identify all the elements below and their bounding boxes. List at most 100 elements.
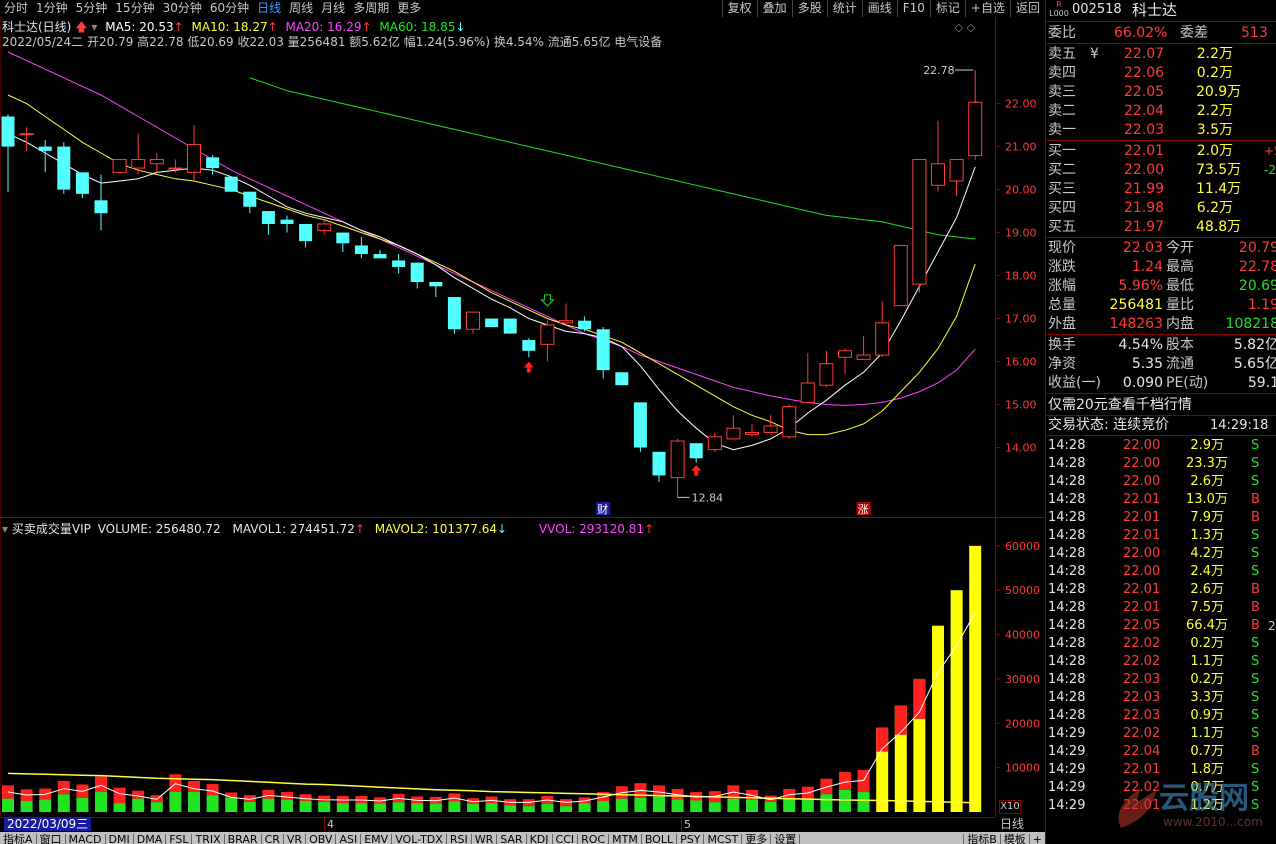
candle[interactable]: [224, 176, 238, 192]
candle[interactable]: [875, 301, 890, 358]
indicator-tab[interactable]: 更多: [742, 834, 772, 844]
volume-bar[interactable]: [169, 774, 182, 812]
volume-bar[interactable]: [429, 796, 442, 812]
volume-bar[interactable]: [39, 788, 52, 812]
action-button[interactable]: +自选: [964, 0, 1010, 17]
period-tab[interactable]: 周线: [285, 0, 317, 17]
indicator-tab[interactable]: 窗口: [37, 834, 66, 844]
action-button[interactable]: 叠加: [756, 0, 792, 17]
volume-bar[interactable]: [132, 790, 145, 812]
period-tab[interactable]: 更多: [393, 0, 425, 17]
action-button[interactable]: 统计: [826, 0, 862, 17]
indicator-tab[interactable]: WR: [472, 834, 498, 844]
volume-bar[interactable]: [932, 625, 944, 812]
period-tab[interactable]: 30分钟: [159, 0, 206, 17]
candle[interactable]: [429, 282, 443, 298]
volume-bar[interactable]: [57, 780, 70, 812]
volume-bar[interactable]: [467, 798, 479, 812]
action-button[interactable]: 返回: [1009, 0, 1045, 17]
volume-bar[interactable]: [504, 799, 517, 812]
indicator-tab[interactable]: MCST: [704, 834, 743, 844]
volume-bar[interactable]: [206, 784, 219, 812]
candle[interactable]: [317, 219, 332, 235]
indicator-tab[interactable]: 设置: [771, 834, 801, 844]
candle[interactable]: [57, 142, 71, 194]
candle[interactable]: [392, 254, 406, 274]
period-tab[interactable]: 15分钟: [111, 0, 158, 17]
volume-bar[interactable]: [485, 796, 498, 812]
promo-link[interactable]: 仅需20元查看千档行情: [1046, 396, 1276, 415]
candle[interactable]: [745, 423, 759, 437]
candle[interactable]: [633, 402, 647, 452]
candle[interactable]: [410, 262, 424, 289]
volume-bar[interactable]: [969, 545, 982, 812]
candle[interactable]: [707, 432, 722, 452]
volume-bar[interactable]: [448, 793, 461, 812]
volume-bar[interactable]: [541, 796, 554, 812]
volume-bar[interactable]: [20, 789, 33, 812]
candle[interactable]: [373, 249, 387, 259]
indicator-tab[interactable]: CR: [262, 834, 284, 844]
candle[interactable]: [149, 153, 164, 173]
indicator-tab[interactable]: CCI: [553, 834, 579, 844]
volume-bar[interactable]: [522, 799, 535, 812]
candle[interactable]: [19, 127, 34, 151]
volume-bar[interactable]: [374, 797, 386, 812]
candle[interactable]: [838, 348, 852, 375]
chevron-down-icon[interactable]: ▾: [91, 20, 97, 34]
candle[interactable]: [819, 350, 834, 388]
indicator-tab[interactable]: VR: [284, 834, 307, 844]
volume-bar[interactable]: [95, 776, 107, 812]
candle[interactable]: [615, 372, 629, 386]
indicator-right-tab[interactable]: 模板: [999, 834, 1029, 844]
candle[interactable]: [485, 318, 499, 328]
candle[interactable]: [578, 316, 592, 332]
candle[interactable]: [893, 244, 908, 307]
indicator-tab[interactable]: VOL-TDX: [392, 834, 447, 844]
candle[interactable]: [726, 415, 741, 440]
candle[interactable]: [596, 327, 610, 379]
volume-bar[interactable]: [411, 796, 424, 812]
volume-bar[interactable]: [615, 786, 628, 812]
candle[interactable]: [299, 223, 313, 248]
volume-bar[interactable]: [188, 780, 200, 812]
volume-bar[interactable]: [708, 791, 721, 812]
indicator-tab[interactable]: 指标A: [0, 834, 37, 844]
candle[interactable]: [187, 125, 201, 181]
candle[interactable]: [949, 158, 964, 197]
volume-bar[interactable]: [820, 778, 833, 812]
period-tab[interactable]: 日线: [253, 0, 285, 17]
candle[interactable]: [112, 158, 127, 173]
action-button[interactable]: 标记: [929, 0, 965, 17]
candle[interactable]: [503, 318, 517, 334]
chevron-down-icon[interactable]: ▾: [2, 522, 8, 536]
volume-chart[interactable]: ▾ 买卖成交量VIP VOLUME: 256480.72 MAVOL1: 274…: [0, 517, 995, 817]
volume-bar[interactable]: [950, 590, 963, 812]
candle[interactable]: [800, 352, 815, 403]
period-tab[interactable]: 月线: [317, 0, 349, 17]
volume-bar[interactable]: [392, 793, 405, 812]
volume-bar[interactable]: [690, 792, 703, 812]
candlestick-svg[interactable]: 22.78 12.84 财 涨: [0, 17, 995, 517]
action-button[interactable]: 画线: [861, 0, 897, 17]
indicator-tab[interactable]: MACD: [66, 834, 106, 844]
volume-bar[interactable]: [281, 792, 293, 812]
diamond-icon[interactable]: ◇ ◇: [955, 21, 975, 34]
volume-bar[interactable]: [634, 783, 647, 812]
volume-bar[interactable]: [318, 795, 331, 812]
candle[interactable]: [447, 297, 461, 334]
candle[interactable]: [336, 232, 350, 252]
indicator-right-tab[interactable]: +: [1028, 834, 1045, 844]
indicator-tab[interactable]: SAR: [497, 834, 527, 844]
volume-svg[interactable]: [0, 517, 995, 817]
indicator-tab[interactable]: RSI: [447, 834, 472, 844]
candle[interactable]: [670, 438, 685, 498]
volume-bar[interactable]: [913, 678, 926, 812]
volume-bar[interactable]: [113, 787, 126, 812]
volume-bar[interactable]: [876, 727, 889, 812]
candle[interactable]: [652, 451, 666, 482]
candle[interactable]: [689, 443, 703, 463]
candle[interactable]: [912, 158, 927, 293]
period-tab[interactable]: 5分钟: [72, 0, 112, 17]
volume-bar[interactable]: [243, 795, 256, 812]
